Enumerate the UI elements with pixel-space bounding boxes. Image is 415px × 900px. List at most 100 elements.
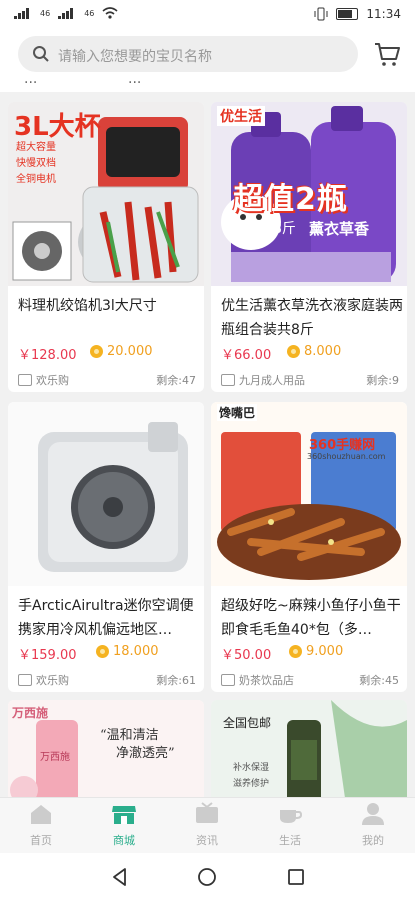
product-card[interactable]: 3L大杯 超大容量 快慢双档 全铜电机 料理机绞馅机3l大尺寸 ￥128.00 … bbox=[8, 102, 204, 392]
product-image: 万西施 “温和清洁 净澈透亮” 万西施 bbox=[8, 700, 204, 797]
home-button-icon[interactable] bbox=[197, 867, 217, 887]
product-card[interactable]: 手ArcticAirultra迷你空调便携家用冷风机偏远地区… ￥159.00 … bbox=[8, 402, 204, 692]
product-image: 3L大杯 超大容量 快慢双档 全铜电机 bbox=[8, 102, 204, 286]
image-text: 8斤 bbox=[273, 221, 296, 237]
product-price: ￥66.00 bbox=[221, 348, 272, 363]
nav-label: 资讯 bbox=[196, 834, 218, 847]
nav-profile[interactable]: 我的 bbox=[338, 802, 408, 848]
coin-value: 20.000 bbox=[107, 344, 153, 359]
nav-label: 生活 bbox=[279, 834, 301, 847]
image-text: 优生活 bbox=[217, 106, 265, 126]
nav-label: 首页 bbox=[30, 834, 52, 847]
shop-label: 欢乐购 bbox=[36, 374, 69, 387]
status-bar: 46 46 11:34 bbox=[0, 0, 415, 30]
shop-label: 奶茶饮品店 bbox=[239, 674, 294, 687]
stock-remaining: 剩余:9 bbox=[366, 374, 399, 387]
product-title: 优生活薰衣草洗衣液家庭装两瓶组合装共8斤 bbox=[221, 298, 403, 338]
product-title: 超级好吃~麻辣小鱼仔小鱼干即食毛毛鱼40*包（多… bbox=[221, 598, 401, 638]
cup-icon bbox=[280, 810, 303, 823]
product-coins: 20.000 bbox=[90, 344, 153, 359]
coin-icon bbox=[289, 645, 302, 658]
coin-icon bbox=[90, 345, 103, 358]
product-card[interactable]: 全国包邮 补水保湿 滋养修护 bbox=[211, 700, 407, 797]
shop-name: 欢乐购 bbox=[18, 672, 69, 688]
nav-life[interactable]: 生活 bbox=[255, 802, 325, 848]
image-text: “温和清洁 bbox=[100, 728, 159, 743]
search-input[interactable]: 请输入您想要的宝贝名称 bbox=[18, 36, 358, 72]
nav-label: 我的 bbox=[362, 834, 384, 847]
product-title: 料理机绞馅机3l大尺寸 bbox=[18, 298, 157, 314]
nav-label: 商城 bbox=[113, 834, 135, 847]
image-text: 全铜电机 bbox=[16, 174, 56, 185]
bottom-nav: 首页 商城 资讯 生活 我的 bbox=[0, 797, 415, 854]
top-bar: 请输入您想要的宝贝名称 bbox=[0, 30, 415, 82]
image-text: 馋嘴巴 bbox=[217, 404, 258, 421]
product-coins: 9.000 bbox=[289, 644, 343, 659]
image-text: 360手赚网 bbox=[309, 438, 376, 453]
category-tab[interactable]: ... bbox=[128, 80, 141, 87]
vibrate-icon bbox=[314, 7, 328, 21]
tv-icon bbox=[196, 802, 218, 823]
shop-icon bbox=[18, 674, 32, 686]
system-nav bbox=[0, 853, 415, 900]
shop-icon bbox=[221, 374, 235, 386]
product-image: 馋嘴巴 360手赚网 360shouzhuan.com bbox=[211, 402, 407, 586]
back-icon[interactable] bbox=[110, 867, 130, 887]
image-text: 超值2瓶 bbox=[233, 182, 348, 217]
search-icon bbox=[33, 46, 49, 62]
shop-label: 欢乐购 bbox=[36, 674, 69, 687]
image-text: 3L大杯 bbox=[14, 112, 101, 142]
image-text: 快慢双档 bbox=[16, 158, 56, 169]
search-placeholder: 请输入您想要的宝贝名称 bbox=[58, 49, 212, 65]
image-text: 薰衣草香 bbox=[309, 220, 370, 238]
product-image: 全国包邮 补水保湿 滋养修护 bbox=[211, 700, 407, 797]
nav-news[interactable]: 资讯 bbox=[172, 802, 242, 848]
image-text: 360shouzhuan.com bbox=[307, 452, 386, 461]
product-title: 手ArcticAirultra迷你空调便携家用冷风机偏远地区… bbox=[18, 598, 194, 638]
signal-icon bbox=[14, 7, 32, 19]
product-grid: 3L大杯 超大容量 快慢双档 全铜电机 料理机绞馅机3l大尺寸 ￥128.00 … bbox=[0, 92, 415, 797]
product-image: 优生活 超值2瓶 8斤 薰衣草香 bbox=[211, 102, 407, 286]
nav-home[interactable]: 首页 bbox=[6, 802, 76, 848]
image-text: 净澈透亮” bbox=[116, 746, 175, 761]
product-image bbox=[8, 402, 204, 586]
coin-value: 9.000 bbox=[306, 644, 344, 659]
network-label: 46 bbox=[84, 8, 95, 18]
image-text: 超大容量 bbox=[16, 142, 56, 153]
recent-apps-icon[interactable] bbox=[286, 867, 306, 887]
store-icon bbox=[112, 806, 136, 824]
signal-icon bbox=[58, 7, 76, 19]
user-icon bbox=[362, 803, 384, 825]
image-text: 万西施 bbox=[12, 706, 49, 720]
shop-name: 欢乐购 bbox=[18, 372, 69, 388]
coin-icon bbox=[287, 345, 300, 358]
home-icon bbox=[31, 805, 51, 824]
coin-value: 8.000 bbox=[304, 344, 342, 359]
category-tab[interactable]: ... bbox=[24, 80, 37, 87]
nav-store[interactable]: 商城 bbox=[89, 802, 159, 848]
shop-label: 九月成人用品 bbox=[239, 374, 305, 387]
product-price: ￥128.00 bbox=[18, 348, 77, 363]
category-tabs: ... ... bbox=[0, 80, 415, 92]
coin-value: 18.000 bbox=[113, 644, 159, 659]
wifi-icon bbox=[102, 7, 118, 19]
image-text: 万西施 bbox=[40, 752, 70, 763]
product-coins: 8.000 bbox=[287, 344, 341, 359]
shop-name: 九月成人用品 bbox=[221, 372, 305, 388]
cart-icon[interactable] bbox=[373, 40, 401, 68]
shop-icon bbox=[221, 674, 235, 686]
product-price: ￥159.00 bbox=[18, 648, 77, 663]
battery-icon bbox=[336, 8, 359, 20]
coin-icon bbox=[96, 645, 109, 658]
product-coins: 18.000 bbox=[96, 644, 159, 659]
image-text: 滋养修护 bbox=[233, 779, 270, 789]
image-text: 全国包邮 bbox=[223, 716, 272, 730]
shop-icon bbox=[18, 374, 32, 386]
image-text: 补水保湿 bbox=[233, 763, 270, 773]
product-card[interactable]: 优生活 超值2瓶 8斤 薰衣草香 优生活薰衣草洗衣液家庭装两瓶组合装共8斤 ￥6… bbox=[211, 102, 407, 392]
product-card[interactable]: 馋嘴巴 360手赚网 360shouzhuan.com 超级好吃~麻辣小鱼仔小鱼… bbox=[211, 402, 407, 692]
product-card[interactable]: 万西施 “温和清洁 净澈透亮” 万西施 bbox=[8, 700, 204, 797]
stock-remaining: 剩余:47 bbox=[156, 374, 196, 387]
stock-remaining: 剩余:61 bbox=[156, 674, 196, 687]
product-price: ￥50.00 bbox=[221, 648, 272, 663]
